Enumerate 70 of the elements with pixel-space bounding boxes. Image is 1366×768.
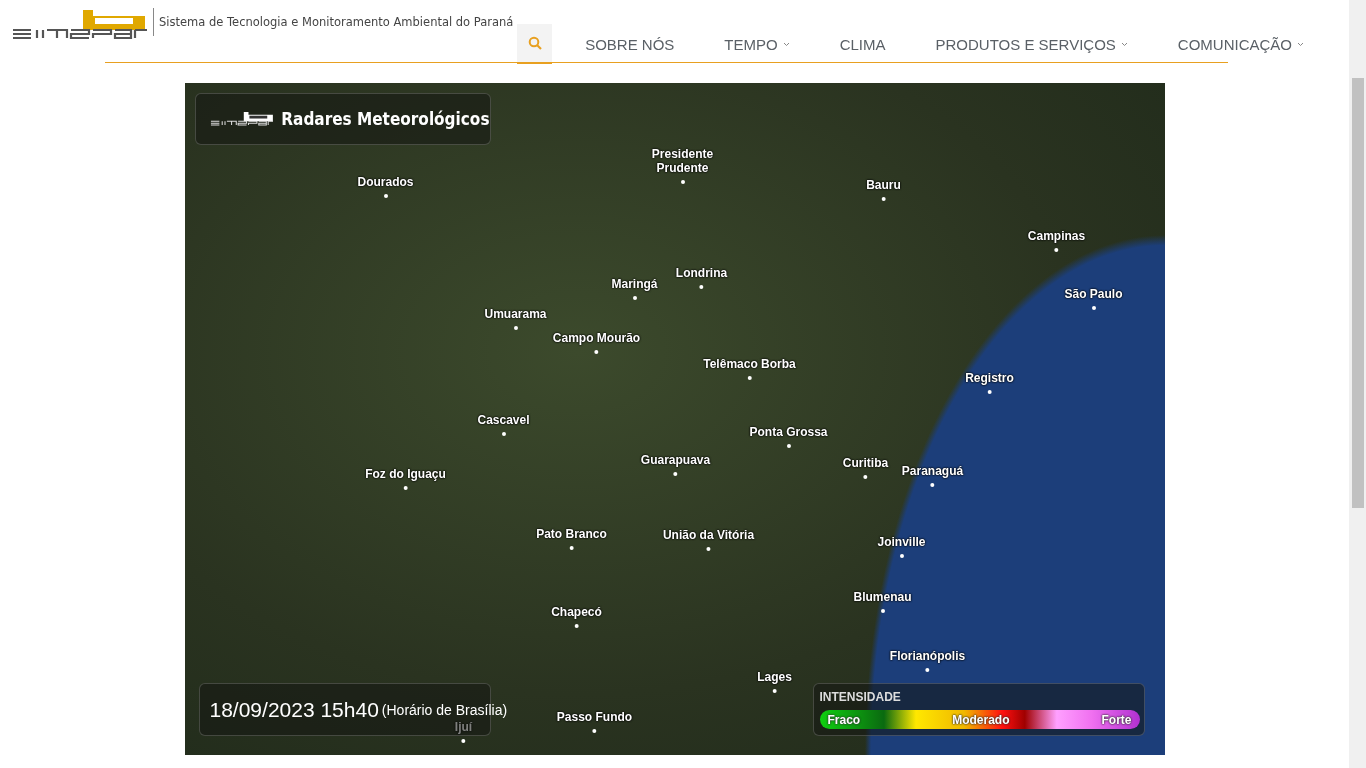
- city-dot: [1054, 248, 1059, 252]
- city-label: Foz do Iguaçu: [365, 467, 446, 481]
- site-tagline: Sistema de Tecnologia e Monitoramento Ambiental do Paraná: [153, 8, 514, 36]
- city-label: Pato Branco: [536, 527, 607, 541]
- city-label: Telêmaco Borba: [703, 357, 796, 371]
- city-dot: [513, 326, 518, 330]
- city-label: Campinas: [1027, 229, 1086, 243]
- city-label: Registro: [965, 371, 1014, 385]
- city-label: Passo Fundo: [556, 710, 633, 724]
- nav-link[interactable]: SOBRE NÓS: [573, 24, 687, 64]
- scrollbar[interactable]: [1349, 0, 1366, 768]
- city-dot: [461, 739, 466, 743]
- city-label: Maringá: [611, 277, 658, 291]
- city-dot: [899, 554, 904, 558]
- scale-label: Moderado: [952, 712, 1010, 727]
- city-label: Umuarama: [484, 307, 547, 321]
- city-label: Cascavel: [477, 413, 530, 427]
- city-label: Joinville: [877, 535, 926, 549]
- city-label: São Paulo: [1064, 287, 1123, 301]
- map-title: Radares Meteorológicos: [281, 109, 490, 129]
- city-dot: [673, 472, 678, 476]
- legend-title: INTENSIDADE: [819, 690, 902, 704]
- city-dot: [706, 547, 711, 551]
- city-label: Dourados: [357, 175, 414, 189]
- city-dot: [772, 689, 777, 693]
- search-button[interactable]: [517, 24, 553, 64]
- city-label: Curitiba: [842, 456, 889, 470]
- city-label: Guarapuava: [640, 453, 711, 467]
- city-dot: [880, 609, 885, 613]
- city-label: Florianópolis: [889, 649, 966, 663]
- scale-label: Fraco: [827, 712, 861, 727]
- city-dot: [569, 546, 574, 550]
- city-label: Bauru: [866, 178, 901, 192]
- city-dot: [863, 475, 868, 479]
- city-dot: [987, 390, 992, 394]
- scale-label: Forte: [1101, 712, 1132, 727]
- city-dot: [403, 486, 408, 490]
- city-dot: [699, 285, 704, 289]
- logo-icon: [11, 10, 147, 40]
- scrollbar-thumb[interactable]: [1351, 78, 1364, 508]
- search-icon: [527, 36, 542, 50]
- city-label: União da Vitória: [662, 528, 755, 542]
- timestamp: 18/09/2023 15h40: [209, 697, 379, 722]
- city-label: Paranaguá: [901, 464, 964, 478]
- city-dot: [501, 432, 506, 436]
- city-label: Blumenau: [853, 590, 912, 604]
- nav-link[interactable]: CLIMA: [827, 24, 898, 64]
- city-label: Campo Mourão: [552, 331, 641, 345]
- timezone-label: (Horário de Brasília): [381, 701, 508, 718]
- city-dot: [747, 376, 752, 380]
- city-dot: [383, 194, 388, 198]
- nav-link[interactable]: COMUNICAÇÃO: [1165, 24, 1316, 64]
- city-dot: [786, 444, 791, 448]
- city-label: Chapecó: [551, 605, 602, 619]
- city-dot: [574, 624, 579, 628]
- city-label: Presidente Prudente: [650, 147, 715, 175]
- city-dot: [925, 668, 930, 672]
- city-dot: [1091, 306, 1096, 310]
- city-dot: [632, 296, 637, 300]
- city-label: Londrina: [675, 266, 728, 280]
- city-dot: [592, 729, 597, 733]
- city-dot: [930, 483, 935, 487]
- city-label: Ijuí: [454, 720, 473, 734]
- city-dot: [594, 350, 599, 354]
- nav-link[interactable]: PRODUTOS E SERVIÇOS: [923, 24, 1140, 64]
- city-label: Lages: [757, 670, 792, 684]
- nav-link[interactable]: TEMPO: [712, 24, 802, 64]
- city-dot: [881, 197, 886, 201]
- city-dot: [680, 180, 685, 184]
- city-label: Ponta Grossa: [749, 425, 828, 439]
